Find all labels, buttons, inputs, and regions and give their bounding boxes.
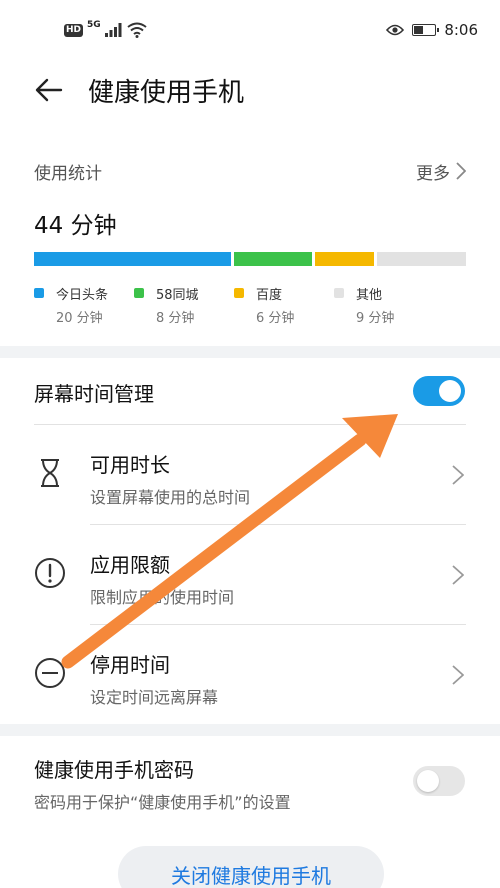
item-text: 可用时长 设置屏幕使用的总时间: [90, 449, 250, 508]
usage-segment: [34, 252, 231, 266]
password-row[interactable]: 健康使用手机密码 密码用于保护“健康使用手机”的设置: [34, 754, 466, 813]
list-item-available-time[interactable]: 可用时长 设置屏幕使用的总时间: [0, 425, 500, 525]
password-toggle[interactable]: [413, 766, 465, 796]
usage-segment: [233, 252, 313, 266]
legend-app-time: 20 分钟: [56, 311, 103, 326]
hd-badge: HD: [64, 23, 84, 37]
legend-app-name: 58同城: [156, 287, 199, 303]
signal-icon: [104, 23, 122, 37]
legend-dot: [334, 288, 344, 298]
stats-header: 使用统计 更多: [34, 155, 466, 187]
chevron-right-icon: [452, 665, 464, 685]
status-time: 8:06: [444, 21, 478, 39]
minus-circle-icon: [35, 658, 65, 688]
more-link[interactable]: 更多: [416, 159, 466, 184]
exclamation-circle-icon: [35, 558, 65, 588]
item-subtitle: 限制应用的使用时间: [90, 588, 235, 607]
password-subtitle: 密码用于保护“健康使用手机”的设置: [34, 793, 291, 812]
password-title: 健康使用手机密码: [34, 758, 194, 782]
usage-segment: [315, 252, 375, 266]
back-arrow-icon[interactable]: [34, 75, 64, 105]
legend-item: 58同城 8 分钟: [134, 282, 234, 326]
wifi-icon: [127, 22, 147, 38]
usage-legend: 今日头条 20 分钟 58同城 8 分钟 百度 6 分钟 其他 9 分钟: [34, 282, 466, 326]
chevron-right-icon: [452, 565, 464, 585]
legend-item: 今日头条 20 分钟: [34, 282, 134, 326]
eye-icon: [386, 24, 405, 36]
legend-dot: [234, 288, 244, 298]
list-item-downtime[interactable]: 停用时间 设定时间远离屏幕: [0, 625, 500, 725]
close-health-button[interactable]: 关闭健康使用手机: [118, 846, 384, 888]
list-item-app-limits[interactable]: 应用限额 限制应用的使用时间: [0, 525, 500, 625]
network-type: 5G: [87, 20, 101, 30]
legend-item: 其他 9 分钟: [334, 282, 434, 326]
legend-dot: [134, 288, 144, 298]
toggle-knob: [439, 380, 461, 402]
section-divider: [0, 724, 500, 736]
section-divider: [0, 346, 500, 358]
page-title: 健康使用手机: [88, 77, 245, 108]
legend-app-time: 8 分钟: [156, 311, 195, 326]
status-left: HD 5G: [64, 20, 147, 38]
usage-segment: [377, 252, 466, 266]
item-subtitle: 设置屏幕使用的总时间: [90, 488, 251, 507]
legend-app-time: 6 分钟: [256, 311, 295, 326]
item-title: 停用时间: [90, 653, 170, 677]
chevron-right-icon: [452, 465, 464, 485]
hourglass-icon: [41, 459, 59, 487]
legend-app-name: 其他: [356, 287, 383, 303]
item-text: 停用时间 设定时间远离屏幕: [90, 649, 218, 708]
legend-dot: [34, 288, 44, 298]
legend-app-name: 今日头条: [56, 287, 109, 303]
item-title: 可用时长: [90, 453, 170, 477]
chevron-right-icon: [456, 162, 466, 180]
toggle-knob: [417, 770, 439, 792]
status-bar: HD 5G 8:06: [0, 0, 500, 60]
item-text: 应用限额 限制应用的使用时间: [90, 549, 234, 608]
legend-app-time: 9 分钟: [356, 311, 395, 326]
item-title: 应用限额: [90, 553, 170, 577]
status-right: 8:06: [386, 21, 478, 39]
screen-time-toggle[interactable]: [413, 376, 465, 406]
screen-time-row: 屏幕时间管理: [34, 378, 466, 408]
battery-icon: [412, 24, 440, 36]
usage-bar: [34, 252, 466, 266]
more-label: 更多: [416, 163, 450, 184]
legend-item: 百度 6 分钟: [234, 282, 334, 326]
stats-label: 使用统计: [34, 163, 102, 184]
screen-time-title: 屏幕时间管理: [34, 382, 154, 406]
item-subtitle: 设定时间远离屏幕: [90, 688, 219, 707]
page-header: 健康使用手机: [0, 62, 500, 118]
legend-app-name: 百度: [256, 287, 283, 303]
total-usage: 44 分钟: [34, 213, 117, 239]
